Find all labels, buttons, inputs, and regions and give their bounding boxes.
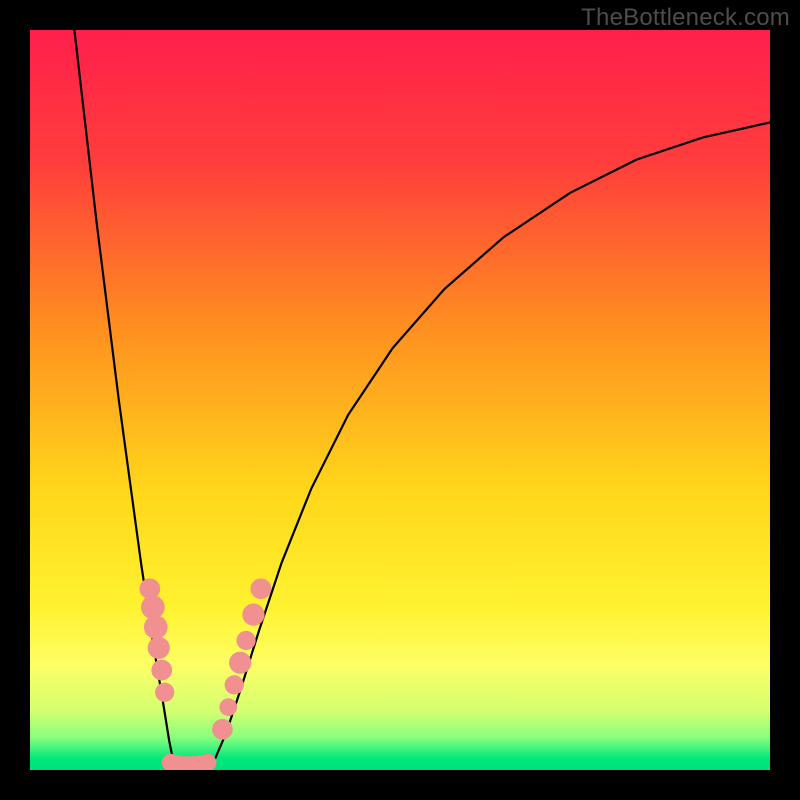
gradient-background	[30, 30, 770, 770]
data-marker	[236, 631, 255, 650]
data-marker	[151, 660, 172, 681]
watermark-text: TheBottleneck.com	[581, 4, 790, 32]
data-marker	[225, 675, 244, 694]
chart-svg	[30, 30, 770, 770]
data-marker	[229, 652, 251, 674]
data-marker	[155, 683, 174, 702]
data-marker	[148, 637, 170, 659]
data-marker	[219, 698, 237, 716]
chart-frame: TheBottleneck.com	[0, 0, 800, 800]
data-marker	[242, 604, 264, 626]
data-marker	[212, 719, 233, 740]
plot-area	[30, 30, 770, 770]
data-marker	[144, 615, 168, 639]
data-marker	[251, 578, 272, 599]
data-marker	[141, 595, 165, 619]
